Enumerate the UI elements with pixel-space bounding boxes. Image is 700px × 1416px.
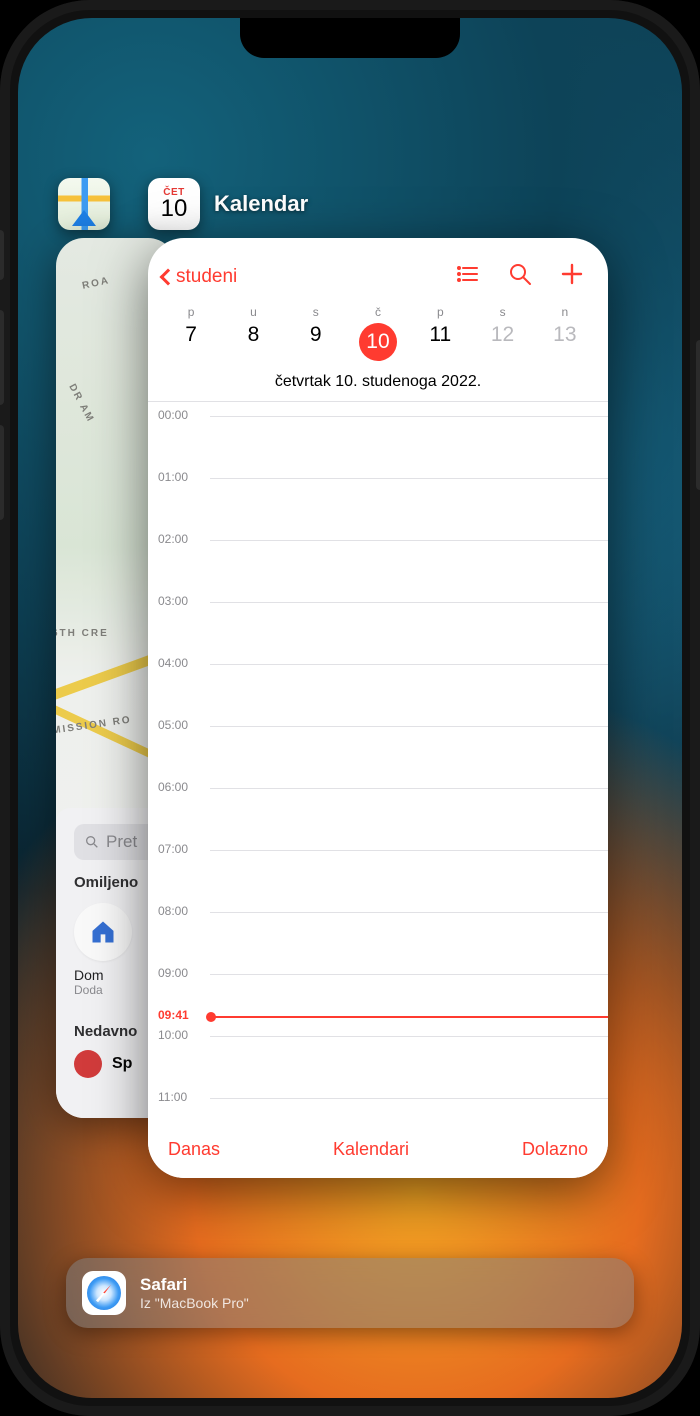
app-switcher[interactable]: ČET 10 Kalendar ROA DR AM 6TH CRE MISSIO…	[18, 18, 682, 1398]
hour-row: 02:00	[148, 540, 608, 602]
search-icon	[508, 262, 532, 286]
hour-label: 01:00	[158, 470, 188, 484]
mute-switch	[0, 230, 4, 280]
hour-row: 10:00	[148, 1036, 608, 1098]
calendar-app-title: Kalendar	[214, 191, 308, 217]
today-button[interactable]: Danas	[168, 1139, 220, 1160]
weekday-label: p	[160, 305, 222, 319]
phone-frame: ČET 10 Kalendar ROA DR AM 6TH CRE MISSIO…	[0, 0, 700, 1416]
map-road-label: 6TH CRE	[56, 628, 109, 639]
pin-icon	[74, 1050, 102, 1078]
weekday-label: u	[222, 305, 284, 319]
hour-label: 10:00	[158, 1028, 188, 1042]
handoff-banner[interactable]: Safari Iz "MacBook Pro"	[66, 1258, 634, 1328]
hour-label: 08:00	[158, 904, 188, 918]
hour-row: 06:00	[148, 788, 608, 850]
calendar-back-label: studeni	[176, 266, 237, 288]
hour-row: 07:00	[148, 850, 608, 912]
calendar-day-grid[interactable]: 00:0001:0002:0003:0004:0005:0006:0007:00…	[148, 401, 608, 1127]
volume-down-button	[0, 425, 4, 520]
date-cell[interactable]: 12	[471, 323, 533, 361]
add-event-button[interactable]	[560, 262, 584, 291]
calendar-date-row: 7 8 9 10 11 12 13	[148, 319, 608, 369]
date-cell[interactable]: 9	[285, 323, 347, 361]
calendar-long-date: četvrtak 10. studenoga 2022.	[148, 369, 608, 401]
hour-label: 02:00	[158, 532, 188, 546]
maps-search-placeholder: Pret	[106, 832, 137, 852]
home-icon	[89, 918, 117, 946]
hour-row: 00:00	[148, 416, 608, 478]
hour-row: 04:00	[148, 664, 608, 726]
hour-row: 11:00	[148, 1098, 608, 1127]
hour-label: 04:00	[158, 656, 188, 670]
maps-recent-label: Sp	[112, 1055, 132, 1073]
map-road-label: ROA	[81, 275, 111, 292]
weekday-label: p	[409, 305, 471, 319]
weekday-label: č	[347, 305, 409, 319]
screen: ČET 10 Kalendar ROA DR AM 6TH CRE MISSIO…	[18, 18, 682, 1398]
hour-label: 09:00	[158, 966, 188, 980]
chevron-left-icon	[160, 268, 177, 285]
date-cell[interactable]: 7	[160, 323, 222, 361]
date-cell[interactable]: 8	[222, 323, 284, 361]
inbox-button[interactable]: Dolazno	[522, 1139, 588, 1160]
safari-icon	[82, 1271, 126, 1315]
calendars-button[interactable]: Kalendari	[333, 1139, 409, 1160]
date-cell-today[interactable]: 10	[347, 323, 409, 361]
hour-row: 09:00	[148, 974, 608, 1036]
handoff-source-label: Iz "MacBook Pro"	[140, 1295, 249, 1311]
hour-label: 07:00	[158, 842, 188, 856]
hour-row: 08:00	[148, 912, 608, 974]
weekday-label: n	[534, 305, 596, 319]
calendar-icon-day: 10	[161, 197, 188, 221]
search-button[interactable]	[508, 262, 532, 291]
maps-app-icon[interactable]	[58, 178, 110, 230]
weekday-label: s	[471, 305, 533, 319]
weekday-label: s	[285, 305, 347, 319]
date-cell[interactable]: 11	[409, 323, 471, 361]
current-time-label: 09:41	[158, 1008, 189, 1022]
list-view-button[interactable]	[456, 262, 480, 291]
hour-label: 05:00	[158, 718, 188, 732]
hour-label: 11:00	[158, 1090, 187, 1104]
plus-icon	[560, 262, 584, 286]
maps-favorite-home[interactable]	[74, 903, 132, 961]
list-icon	[456, 262, 480, 286]
search-icon	[84, 834, 100, 850]
hour-row: 01:00	[148, 478, 608, 540]
volume-up-button	[0, 310, 4, 405]
hour-row: 05:00	[148, 726, 608, 788]
hour-label: 03:00	[158, 594, 188, 608]
notch	[240, 18, 460, 58]
handoff-app-label: Safari	[140, 1275, 249, 1295]
calendar-weekday-row: p u s č p s n	[148, 301, 608, 319]
date-cell[interactable]: 13	[534, 323, 596, 361]
side-button	[696, 340, 700, 490]
app-card-calendar[interactable]: studeni p	[148, 238, 608, 1178]
hour-label: 00:00	[158, 408, 188, 422]
map-road-label: DR AM	[66, 382, 96, 425]
calendar-back-button[interactable]: studeni	[162, 266, 237, 288]
calendar-toolbar: Danas Kalendari Dolazno	[148, 1127, 608, 1178]
hour-label: 06:00	[158, 780, 188, 794]
calendar-app-icon[interactable]: ČET 10	[148, 178, 200, 230]
hour-row: 03:00	[148, 602, 608, 664]
